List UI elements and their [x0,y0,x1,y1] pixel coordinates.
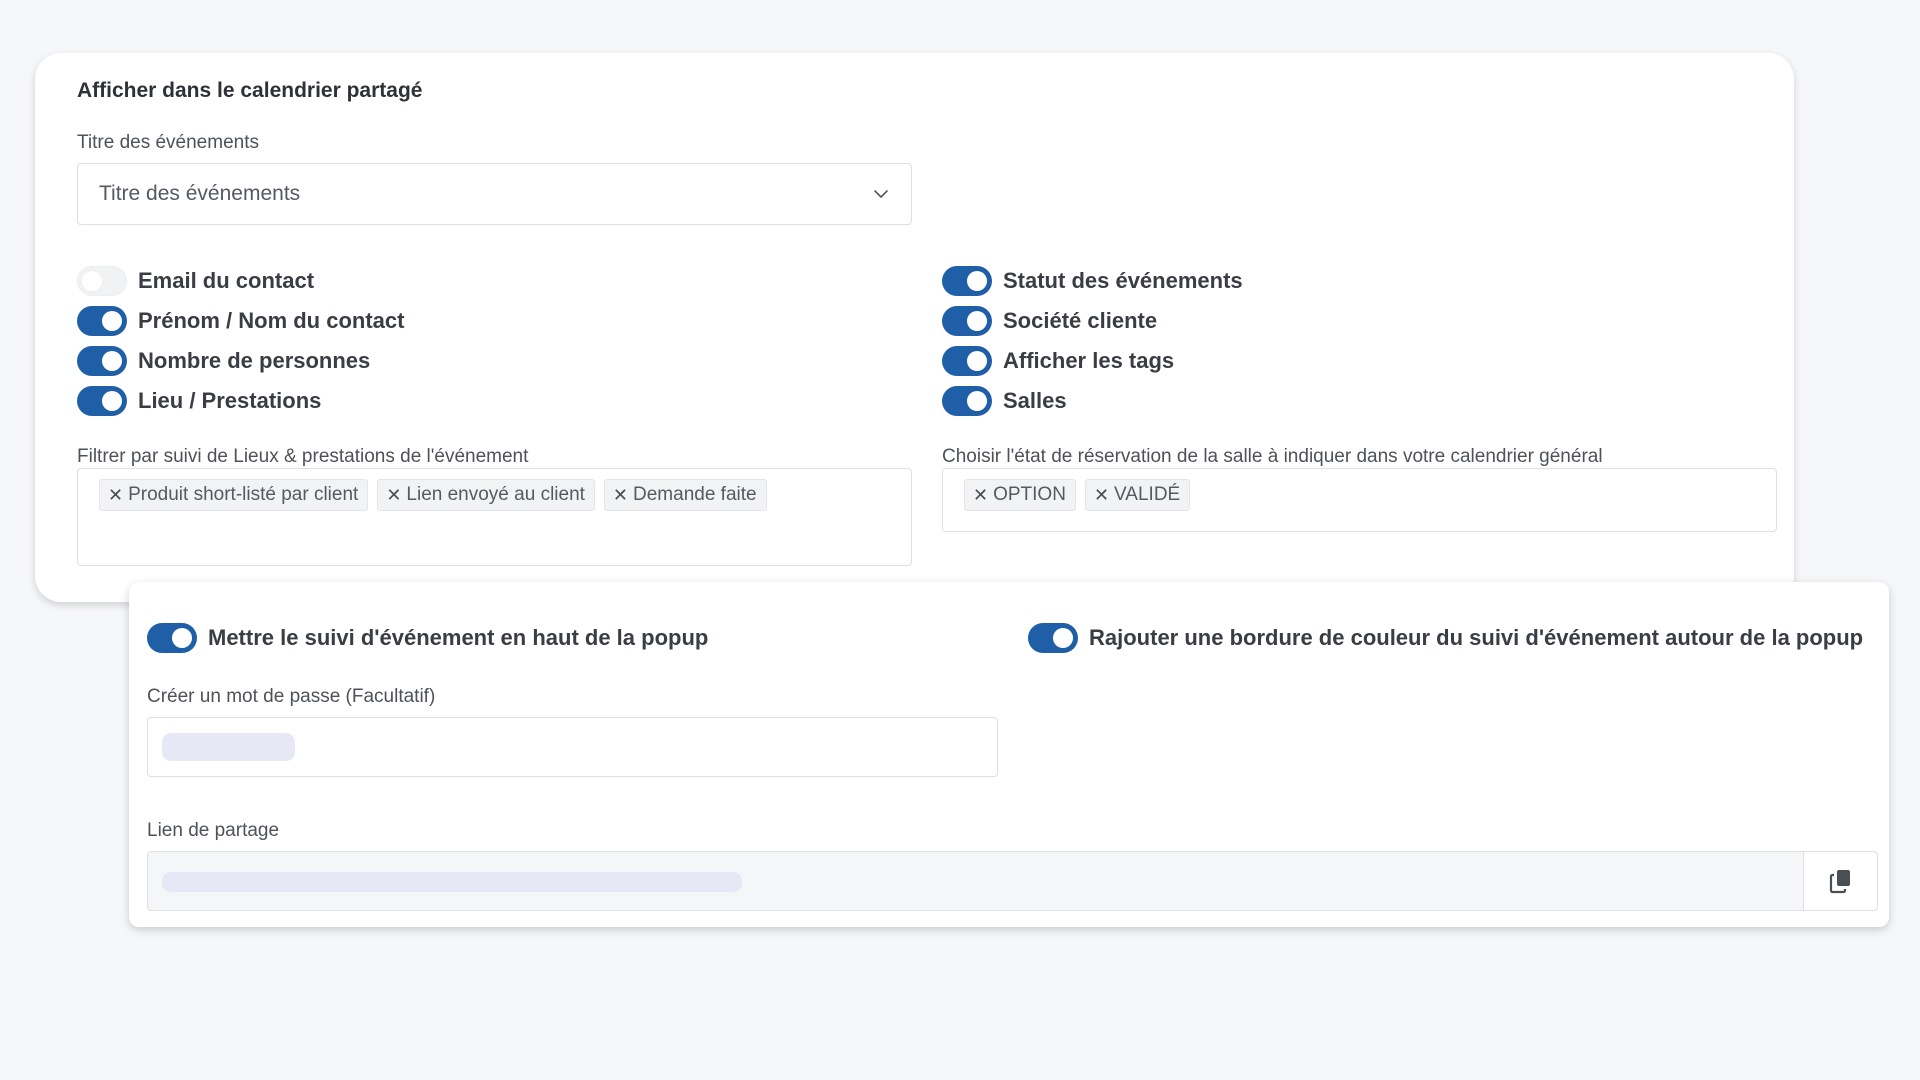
client-company-label: Société cliente [1003,308,1158,333]
copy-icon [1829,870,1850,894]
close-icon[interactable]: ✕ [613,485,628,506]
people-count-toggle[interactable] [77,346,127,376]
toggle-knob [967,351,987,371]
toggle-knob [967,311,987,331]
toggle-row-email-contact: Email du contact [77,264,314,298]
close-icon[interactable]: ✕ [973,485,988,506]
chip-shortlisted: ✕ Produit short-listé par client [99,479,369,511]
filter-chips: ✕ Produit short-listé par client ✕ Lien … [99,479,767,511]
venue-services-label: Lieu / Prestations [138,388,322,413]
share-link-field[interactable] [147,851,1878,911]
client-company-toggle[interactable] [942,306,992,336]
toggle-row-event-status: Statut des événements [942,264,1243,298]
chevron-down-icon [874,190,888,198]
toggle-knob [102,351,122,371]
contact-name-label: Prénom / Nom du contact [138,308,405,333]
event-status-label: Statut des événements [1003,268,1243,293]
close-icon[interactable]: ✕ [386,485,401,506]
room-state-chips: ✕ OPTION ✕ VALIDÉ [964,479,1191,511]
people-count-label: Nombre de personnes [138,348,371,373]
section-title: Afficher dans le calendrier partagé [77,79,423,102]
chip-label: OPTION [993,484,1066,505]
show-tags-toggle[interactable] [942,346,992,376]
chip-link-sent: ✕ Lien envoyé au client [377,479,595,511]
room-state-multiselect[interactable]: ✕ OPTION ✕ VALIDÉ [942,468,1777,532]
toggle-row-tracking-border: Rajouter une bordure de couleur du suivi… [1028,621,1863,655]
tracking-border-toggle[interactable] [1028,623,1078,653]
copy-link-button[interactable] [1803,852,1877,910]
room-state-label: Choisir l'état de réservation de la sall… [942,446,1603,467]
toggle-row-people-count: Nombre de personnes [77,344,370,378]
email-contact-toggle[interactable] [77,266,127,296]
chip-validated: ✕ VALIDÉ [1084,479,1191,511]
tracking-top-label: Mettre le suivi d'événement en haut de l… [208,625,709,650]
toggle-knob [82,271,102,291]
toggle-row-venue-services: Lieu / Prestations [77,384,321,418]
chip-request-made: ✕ Demande faite [603,479,767,511]
chip-label: Produit short-listé par client [128,484,359,505]
password-input[interactable] [147,717,998,777]
chip-label: VALIDÉ [1114,484,1181,505]
filter-multiselect[interactable]: ✕ Produit short-listé par client ✕ Lien … [77,468,912,566]
chip-label: Lien envoyé au client [406,484,585,505]
toggle-row-tracking-top: Mettre le suivi d'événement en haut de l… [147,621,708,655]
toggle-knob [1053,628,1073,648]
toggle-row-contact-name: Prénom / Nom du contact [77,304,404,338]
chip-option: ✕ OPTION [964,479,1076,511]
redacted-share-link [162,872,742,892]
chip-label: Demande faite [633,484,757,505]
email-contact-label: Email du contact [138,268,315,293]
password-label: Créer un mot de passe (Facultatif) [147,686,436,707]
filter-label: Filtrer par suivi de Lieux & prestations… [77,446,529,467]
popup-settings-card: Mettre le suivi d'événement en haut de l… [129,582,1889,927]
close-icon[interactable]: ✕ [108,485,123,506]
toggle-row-show-tags: Afficher les tags [942,344,1174,378]
rooms-toggle[interactable] [942,386,992,416]
toggle-knob [172,628,192,648]
redacted-password [162,733,295,761]
event-title-label: Titre des événements [77,132,259,153]
venue-services-toggle[interactable] [77,386,127,416]
tracking-top-toggle[interactable] [147,623,197,653]
event-title-select-value: Titre des événements [99,182,301,205]
toggle-knob [102,391,122,411]
tracking-border-label: Rajouter une bordure de couleur du suivi… [1089,625,1864,650]
toggle-knob [102,311,122,331]
event-title-select[interactable]: Titre des événements [77,163,912,225]
event-status-toggle[interactable] [942,266,992,296]
close-icon[interactable]: ✕ [1094,485,1109,506]
toggle-knob [967,271,987,291]
toggle-row-rooms: Salles [942,384,1067,418]
toggle-row-client-company: Société cliente [942,304,1157,338]
rooms-label: Salles [1003,388,1067,413]
contact-name-toggle[interactable] [77,306,127,336]
share-link-label: Lien de partage [147,820,280,841]
show-tags-label: Afficher les tags [1003,348,1175,373]
toggle-knob [967,391,987,411]
shared-calendar-settings-card: Afficher dans le calendrier partagé Titr… [35,53,1794,602]
